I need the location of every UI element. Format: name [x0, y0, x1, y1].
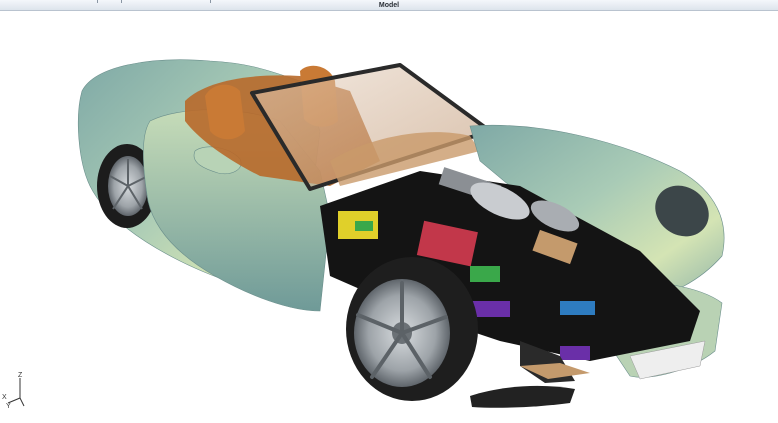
window-title-bar: Model — [0, 0, 778, 11]
window-title: Model — [378, 2, 400, 9]
seat-left — [205, 84, 245, 140]
3d-model-viewport[interactable] — [0, 11, 778, 423]
triad-y-label: Y — [6, 403, 11, 410]
coordinate-triad: Z X Y — [2, 372, 42, 412]
front-splitter — [470, 385, 575, 408]
triad-z-label: Z — [18, 372, 23, 379]
engine-part-blue — [560, 301, 595, 315]
car-model-render[interactable] — [0, 11, 778, 423]
triad-x-label: X — [2, 394, 7, 401]
engine-part-green — [355, 221, 373, 231]
engine-part-purple-2 — [560, 346, 590, 360]
engine-part-green-2 — [470, 266, 500, 282]
